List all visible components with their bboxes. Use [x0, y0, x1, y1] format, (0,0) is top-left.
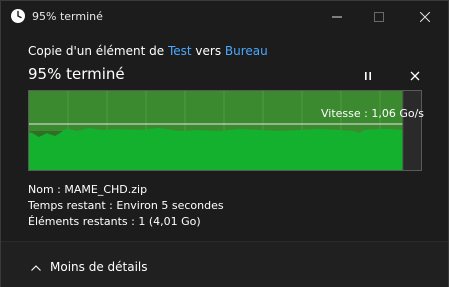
- chevron-up-icon: [31, 260, 41, 274]
- minimize-button[interactable]: [315, 1, 359, 33]
- pause-icon: [363, 66, 373, 85]
- items-remaining-value: 1 (4,01 Go): [138, 215, 201, 228]
- time-remaining-value: Environ 5 secondes: [116, 199, 224, 212]
- progress-fill: [29, 128, 403, 170]
- transfer-details: Nom : MAME_CHD.zip Temps restant : Envir…: [28, 182, 224, 230]
- name-label: Nom :: [28, 183, 61, 196]
- close-icon: [420, 12, 430, 22]
- transfer-speed-graph: [28, 90, 422, 171]
- fewer-details-button[interactable]: Moins de détails: [31, 260, 148, 274]
- fewer-details-label: Moins de détails: [50, 260, 148, 274]
- title-bar[interactable]: 95% terminé: [1, 1, 448, 33]
- window-title: 95% terminé: [32, 10, 103, 23]
- pause-button[interactable]: [357, 64, 379, 86]
- source-link[interactable]: Test: [168, 44, 192, 58]
- name-row: Nom : MAME_CHD.zip: [28, 182, 224, 198]
- progress-title: 95% terminé: [28, 65, 125, 83]
- name-value: MAME_CHD.zip: [64, 183, 148, 196]
- copy-description: Copie d'un élément de Test vers Bureau: [28, 44, 268, 58]
- copy-prefix: Copie d'un élément de: [28, 44, 165, 58]
- maximize-icon: [374, 12, 384, 22]
- time-remaining-row: Temps restant : Environ 5 secondes: [28, 198, 224, 214]
- close-window-button[interactable]: [403, 1, 447, 33]
- maximize-button[interactable]: [357, 1, 401, 33]
- copy-progress-dialog: 95% terminé Copie d'un élément de Test v…: [0, 0, 449, 287]
- remaining-track: [403, 91, 421, 170]
- destination-link[interactable]: Bureau: [225, 44, 268, 58]
- items-remaining-label: Éléments restants :: [28, 215, 135, 228]
- dialog-footer: Moins de détails: [1, 241, 448, 287]
- clock-icon: [10, 8, 26, 24]
- speed-label: Vitesse : 1,06 Go/s: [321, 107, 425, 120]
- close-icon: [410, 66, 420, 85]
- items-remaining-row: Éléments restants : 1 (4,01 Go): [28, 214, 224, 230]
- cancel-button[interactable]: [404, 64, 426, 86]
- time-remaining-label: Temps restant :: [28, 199, 113, 212]
- minimize-icon: [332, 12, 342, 22]
- copy-connector: vers: [195, 44, 222, 58]
